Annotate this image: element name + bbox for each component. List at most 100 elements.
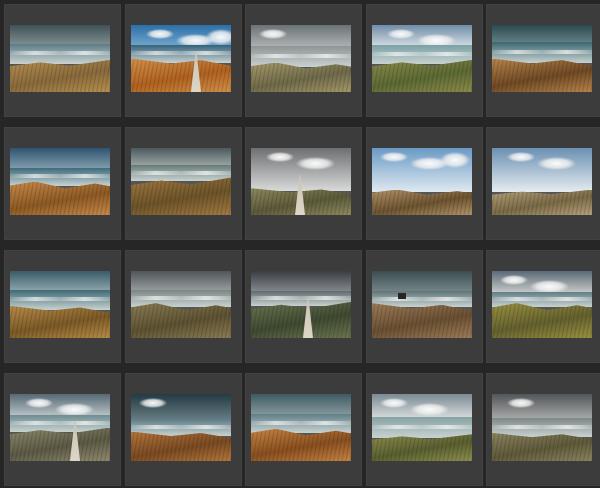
dune-grass [372, 434, 472, 461]
photo-thumbnail[interactable] [492, 394, 592, 461]
cloud [146, 29, 174, 39]
dune-grass [10, 181, 110, 215]
photo-cell[interactable] [125, 373, 242, 486]
grass-texture [492, 58, 592, 92]
grass-texture [251, 62, 351, 92]
cloud [530, 280, 569, 293]
photo-cell[interactable] [4, 4, 121, 117]
surf [10, 174, 110, 179]
dune-grass [131, 58, 231, 92]
photo-cell[interactable] [125, 127, 242, 240]
photo-thumbnail[interactable] [10, 271, 110, 338]
surf [372, 51, 472, 56]
surf [372, 296, 472, 301]
hut [398, 293, 406, 299]
photo-thumbnail[interactable] [251, 394, 351, 461]
grass-texture [251, 428, 351, 461]
cloud [206, 29, 231, 45]
grass-texture [131, 177, 231, 215]
photo-thumbnail[interactable] [372, 394, 472, 461]
grass-texture [131, 58, 231, 92]
photo-cell[interactable] [245, 127, 362, 240]
photo-thumbnail[interactable] [131, 394, 231, 461]
photo-cell[interactable] [486, 250, 600, 363]
dune-grass [131, 303, 231, 338]
surf [492, 424, 592, 429]
photo-cell[interactable] [125, 250, 242, 363]
photo-cell[interactable] [486, 127, 600, 240]
photo-thumbnail[interactable] [372, 25, 472, 92]
photo-thumbnail[interactable] [372, 271, 472, 338]
dune-grass [251, 428, 351, 461]
surf [372, 424, 472, 429]
cloud [537, 157, 576, 170]
photo-thumbnail[interactable] [131, 25, 231, 92]
grass-texture [10, 427, 110, 461]
cloud [387, 29, 415, 39]
photo-thumbnail[interactable] [131, 148, 231, 215]
photo-cell[interactable] [486, 4, 600, 117]
photo-thumbnail[interactable] [492, 25, 592, 92]
grass-texture [131, 303, 231, 338]
grass-texture [492, 432, 592, 461]
surf [131, 51, 231, 56]
dune-grass [10, 305, 110, 338]
photo-thumbnail[interactable] [10, 394, 110, 461]
dune-grass [251, 62, 351, 92]
photo-cell[interactable] [245, 4, 362, 117]
photo-cell[interactable] [366, 127, 483, 240]
cloud [25, 398, 53, 408]
photo-thumbnail[interactable] [492, 148, 592, 215]
photo-thumbnail[interactable] [251, 25, 351, 92]
photo-thumbnail[interactable] [372, 148, 472, 215]
cloud [507, 398, 535, 408]
dune-grass [10, 427, 110, 461]
photo-cell[interactable] [486, 373, 600, 486]
grass-texture [372, 303, 472, 338]
photo-cell[interactable] [366, 373, 483, 486]
photo-cell[interactable] [125, 4, 242, 117]
grass-texture [10, 181, 110, 215]
cloud [259, 29, 287, 39]
surf [10, 296, 110, 301]
photo-cell[interactable] [4, 127, 121, 240]
surf [251, 420, 351, 425]
cloud [380, 152, 408, 162]
dune-grass [372, 59, 472, 92]
dune-grass [10, 59, 110, 92]
dune-grass [372, 189, 472, 215]
dune-grass [492, 189, 592, 215]
dune-grass [251, 301, 351, 338]
cloud [266, 152, 294, 162]
cloud [55, 403, 94, 416]
dune-grass [131, 431, 231, 461]
surf [492, 297, 592, 302]
photo-cell[interactable] [4, 373, 121, 486]
grass-texture [372, 189, 472, 215]
grass-texture [372, 434, 472, 461]
photo-cell[interactable] [366, 250, 483, 363]
cloud [500, 275, 528, 285]
cloud [507, 152, 535, 162]
photo-cell[interactable] [245, 373, 362, 486]
photo-cell[interactable] [366, 4, 483, 117]
photo-thumbnail[interactable] [492, 271, 592, 338]
photo-grid [0, 0, 600, 488]
surf [251, 295, 351, 300]
cloud [139, 398, 167, 408]
photo-thumbnail[interactable] [10, 25, 110, 92]
cloud [410, 403, 449, 416]
photo-cell[interactable] [245, 250, 362, 363]
surf [10, 420, 110, 425]
photo-thumbnail[interactable] [10, 148, 110, 215]
grass-texture [251, 301, 351, 338]
cloud [380, 398, 408, 408]
photo-cell[interactable] [4, 250, 121, 363]
grass-texture [492, 303, 592, 338]
photo-thumbnail[interactable] [251, 148, 351, 215]
grass-texture [131, 431, 231, 461]
photo-thumbnail[interactable] [251, 271, 351, 338]
photo-thumbnail[interactable] [131, 271, 231, 338]
cloud [440, 152, 470, 168]
grass-texture [492, 189, 592, 215]
